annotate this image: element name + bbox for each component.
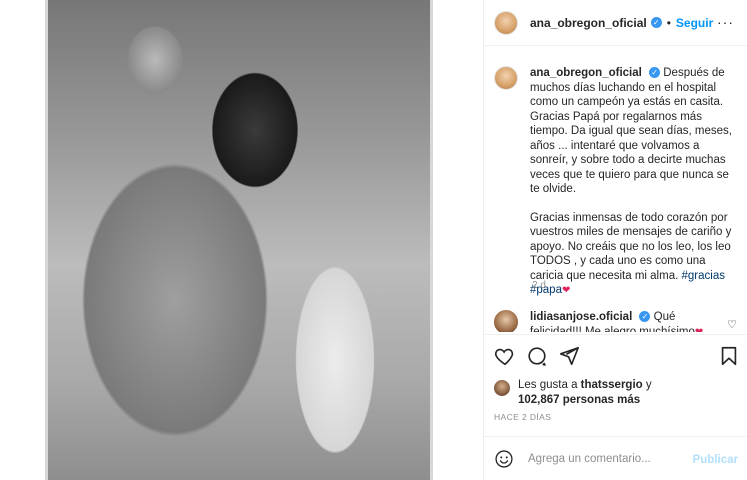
like-comment-icon[interactable]: ♡ xyxy=(727,318,737,331)
likes-joiner: y xyxy=(645,379,652,391)
comment-item: lidiasanjose.oficial ✓ Qué felicidad!!! … xyxy=(494,310,744,332)
verified-icon: ✓ xyxy=(650,17,662,28)
post-side-panel: ana_obregon_oficial ✓ • Seguir ··· ana_o… xyxy=(483,0,747,480)
verified-icon: ✓ xyxy=(649,67,661,79)
photo-border-right xyxy=(430,0,433,480)
comment-input[interactable] xyxy=(528,452,688,465)
commenter-username[interactable]: lidiasanjose.oficial xyxy=(530,311,632,323)
photo-border-left xyxy=(45,0,48,480)
comment-heart-emoji: ❤ xyxy=(694,326,704,333)
likes-count[interactable]: 102,867 personas más xyxy=(518,394,640,406)
caption: ana_obregon_oficial ✓ Después de muchos … xyxy=(494,66,734,299)
separator-dot: • xyxy=(666,15,671,30)
post-header: ana_obregon_oficial ✓ • Seguir ··· xyxy=(484,0,747,46)
photo-area xyxy=(0,0,483,480)
add-comment-bar: Publicar xyxy=(484,436,747,480)
caption-paragraph-2-block: Gracias inmensas de todo corazón por vue… xyxy=(530,211,734,299)
more-options-icon[interactable]: ··· xyxy=(717,14,734,30)
likes-text: Les gusta a thatssergio y 102,867 person… xyxy=(518,378,652,408)
action-bar xyxy=(484,334,747,378)
liker-avatar[interactable] xyxy=(494,380,510,396)
share-icon[interactable] xyxy=(558,345,580,367)
bookmark-icon[interactable] xyxy=(718,345,740,367)
post-photo[interactable] xyxy=(45,0,433,480)
instagram-post-view: ana_obregon_oficial ✓ • Seguir ··· ana_o… xyxy=(0,0,747,480)
post-date: HACE 2 DÍAS xyxy=(494,412,552,422)
author-avatar[interactable] xyxy=(494,10,518,35)
caption-paragraph-1: Después de muchos días luchando en el ho… xyxy=(530,67,733,195)
emoji-icon[interactable] xyxy=(494,449,514,469)
caption-heart-emoji: ❤ xyxy=(561,285,571,296)
publish-button[interactable]: Publicar xyxy=(693,454,738,466)
heart-icon[interactable] xyxy=(494,345,516,367)
caption-text: ana_obregon_oficial ✓ Después de muchos … xyxy=(530,66,734,299)
caption-avatar[interactable] xyxy=(494,66,518,90)
comment-text: lidiasanjose.oficial ✓ Qué felicidad!!! … xyxy=(530,310,720,332)
comment-icon[interactable] xyxy=(526,345,548,367)
author-username[interactable]: ana_obregon_oficial xyxy=(530,16,647,30)
likes-prefix: Les gusta a xyxy=(518,379,578,391)
hashtag-gracias[interactable]: #gracias xyxy=(682,270,725,282)
verified-icon: ✓ xyxy=(639,311,651,323)
caption-username[interactable]: ana_obregon_oficial xyxy=(530,67,642,79)
likes-summary: Les gusta a thatssergio y 102,867 person… xyxy=(494,378,744,408)
commenter-avatar[interactable] xyxy=(494,310,518,332)
liker-username[interactable]: thatssergio xyxy=(581,379,643,391)
follow-button[interactable]: Seguir xyxy=(676,16,713,30)
caption-time: 2 d xyxy=(532,280,546,291)
